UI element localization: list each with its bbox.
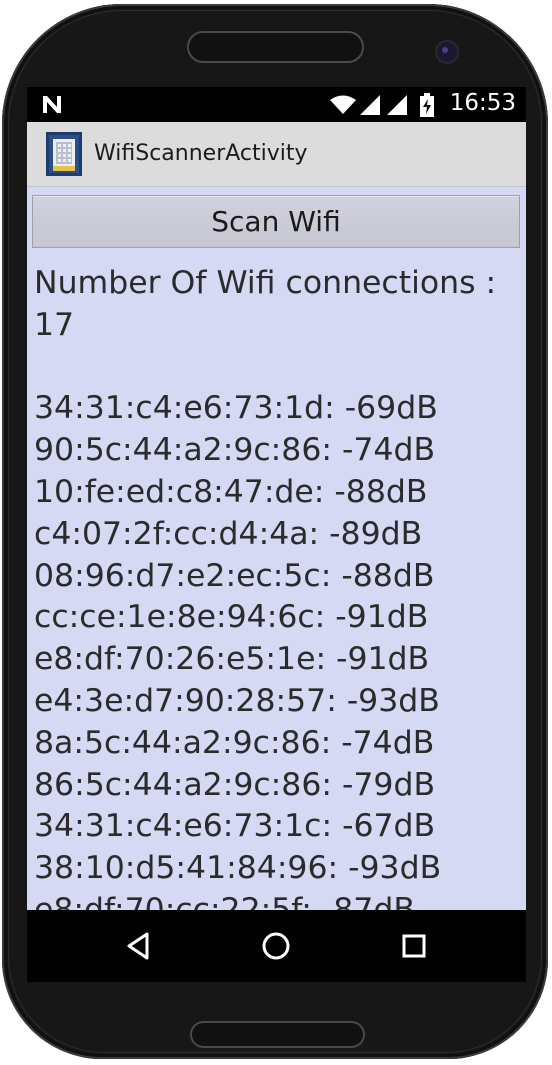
- connection-count-label: Number Of Wifi connections :: [34, 265, 497, 301]
- signal-icon: [360, 95, 380, 115]
- network-entry: e8:df:70:26:e5:1e: -91dB: [34, 641, 430, 678]
- network-entry: 10:fe:ed:c8:47:de: -88dB: [34, 473, 428, 510]
- network-entry: 38:10:d5:41:84:96: -93dB: [34, 850, 442, 887]
- battery-charging-icon: [420, 93, 434, 117]
- navigation-bar: [27, 910, 526, 982]
- recents-icon[interactable]: [396, 928, 432, 964]
- bottom-speaker: [190, 1021, 365, 1048]
- status-bar: 16:53: [27, 87, 526, 122]
- status-clock: 16:53: [449, 90, 516, 116]
- network-entry: 08:96:d7:e2:ec:5c: -88dB: [34, 557, 435, 594]
- network-entry: c4:07:2f:cc:d4:4a: -89dB: [34, 515, 423, 552]
- signal-icon: [387, 95, 407, 115]
- back-icon[interactable]: [121, 928, 157, 964]
- network-entry: 86:5c:44:a2:9c:86: -79dB: [34, 766, 436, 803]
- screen: 16:53 WifiScannerActivity Scan Wifi Numb…: [27, 87, 526, 910]
- network-entry: e4:3e:d7:90:28:57: -93dB: [34, 682, 440, 719]
- network-entry: e8:df:70:cc:22:5f: -87dB: [34, 891, 415, 910]
- network-entry: 34:31:c4:e6:73:1d: -69dB: [34, 390, 438, 427]
- network-entry: 34:31:c4:e6:73:1c: -67dB: [34, 808, 436, 845]
- scan-wifi-button[interactable]: Scan Wifi: [32, 195, 520, 248]
- app-launcher-icon: [46, 132, 82, 176]
- action-bar: WifiScannerActivity: [27, 122, 526, 187]
- network-entry: cc:ce:1e:8e:94:6c: -91dB: [34, 599, 429, 636]
- connection-count-value: 17: [34, 306, 75, 343]
- earpiece-speaker: [187, 31, 364, 63]
- notification-n-icon: [43, 96, 61, 113]
- wifi-icon: [330, 95, 356, 114]
- results-text: Number Of Wifi connections : 17 34:31:c4…: [34, 263, 519, 910]
- home-icon[interactable]: [258, 928, 294, 964]
- app-title: WifiScannerActivity: [94, 141, 308, 166]
- network-entry: 8a:5c:44:a2:9c:86: -74dB: [34, 724, 435, 761]
- front-camera: [435, 40, 459, 64]
- network-entry: 90:5c:44:a2:9c:86: -74dB: [34, 432, 436, 469]
